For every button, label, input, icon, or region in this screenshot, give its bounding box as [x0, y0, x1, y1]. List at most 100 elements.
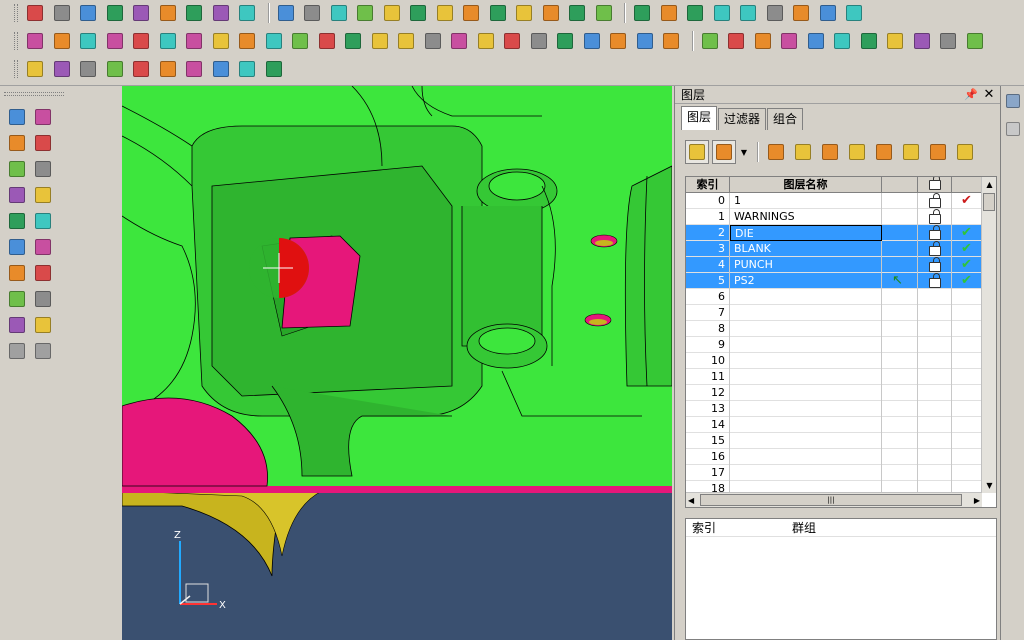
sweep-button[interactable]	[316, 30, 338, 52]
shade-button[interactable]	[684, 2, 706, 24]
dropdown-button[interactable]: ▼	[739, 140, 749, 164]
3d-viewport[interactable]: Z X	[122, 86, 672, 640]
row-color-cell[interactable]	[882, 465, 918, 481]
row-color-cell[interactable]	[882, 353, 918, 369]
draft-button[interactable]	[475, 30, 497, 52]
header-blank[interactable]	[882, 177, 918, 193]
bracket-button[interactable]	[32, 262, 54, 284]
row-visible-cell[interactable]	[952, 369, 982, 385]
import-button[interactable]	[157, 2, 179, 24]
row-visible-cell[interactable]: ✔	[952, 225, 982, 241]
solid-k-button[interactable]	[964, 30, 986, 52]
row-color-cell[interactable]	[882, 289, 918, 305]
table-row[interactable]: 14	[686, 417, 982, 433]
row-color-cell[interactable]	[882, 385, 918, 401]
table-row[interactable]: 5 PS2 ↖ ✔	[686, 273, 982, 289]
dim-button[interactable]	[6, 132, 28, 154]
table-row[interactable]: 4 PUNCH ✔	[686, 257, 982, 273]
solid-d-button[interactable]	[778, 30, 800, 52]
curve-button[interactable]	[6, 184, 28, 206]
row-lock-cell[interactable]	[918, 289, 952, 305]
row-lock-cell[interactable]	[918, 193, 952, 209]
row-visible-cell[interactable]	[952, 353, 982, 369]
row-color-cell[interactable]	[882, 417, 918, 433]
note-button[interactable]	[32, 158, 54, 180]
view-back-button[interactable]	[513, 2, 535, 24]
line-button[interactable]	[328, 2, 350, 24]
surf-a-button[interactable]	[24, 58, 46, 80]
row-lock-cell[interactable]	[918, 337, 952, 353]
row-color-cell[interactable]	[882, 225, 918, 241]
row-lock-cell[interactable]	[918, 241, 952, 257]
cone-button[interactable]	[77, 30, 99, 52]
row-color-cell[interactable]	[882, 337, 918, 353]
table-row[interactable]: 9	[686, 337, 982, 353]
row-visible-cell[interactable]	[952, 449, 982, 465]
group-header-index[interactable]: 索引	[686, 519, 786, 536]
row-lock-cell[interactable]	[918, 321, 952, 337]
row-lock-cell[interactable]	[918, 465, 952, 481]
solid-b-button[interactable]	[725, 30, 747, 52]
scroll-thumb[interactable]	[983, 193, 995, 211]
intersect-button[interactable]	[660, 30, 682, 52]
cube-button[interactable]	[24, 30, 46, 52]
tab-2[interactable]: 组合	[767, 108, 804, 130]
horizontal-scrollbar[interactable]: ◀ ||| ▶	[686, 492, 982, 507]
hscroll-thumb[interactable]: |||	[700, 494, 962, 506]
table-row[interactable]: 17	[686, 465, 982, 481]
row-lock-cell[interactable]	[918, 449, 952, 465]
render-button[interactable]	[658, 2, 680, 24]
row-visible-cell[interactable]: ✔	[952, 257, 982, 273]
layer-grid[interactable]: 索引 图层名称 0 1 ✔ 1 WARNINGS 2 DIE ✔ 3 BLANK ✔ 4 PUNCH ✔ 5…	[685, 176, 997, 508]
refresh-button[interactable]	[845, 140, 869, 164]
merge-layer-button[interactable]	[818, 140, 842, 164]
view-front-button[interactable]	[460, 2, 482, 24]
filter-button[interactable]	[737, 2, 759, 24]
group-header-group[interactable]: 群组	[786, 519, 986, 536]
toolbar-grip[interactable]	[14, 32, 18, 50]
search-button[interactable]	[712, 140, 736, 164]
plane-button[interactable]	[32, 210, 54, 232]
close-icon[interactable]: ✕	[982, 87, 996, 103]
zoom-all-button[interactable]	[210, 2, 232, 24]
fillet-button[interactable]	[183, 30, 205, 52]
row-visible-cell[interactable]	[952, 417, 982, 433]
row-visible-cell[interactable]: ✔	[952, 273, 982, 289]
group-grid[interactable]: 索引 群组	[685, 518, 997, 640]
measure-button[interactable]	[275, 2, 297, 24]
table-row[interactable]: 3 BLANK ✔	[686, 241, 982, 257]
copy-layer-button[interactable]	[791, 140, 815, 164]
window-button[interactable]	[236, 2, 258, 24]
solid-h-button[interactable]	[884, 30, 906, 52]
heal-button[interactable]	[581, 30, 603, 52]
surf-d-button[interactable]	[104, 58, 126, 80]
edit-curve-button[interactable]	[32, 184, 54, 206]
row-color-cell[interactable]	[882, 401, 918, 417]
pick-button[interactable]	[32, 106, 54, 128]
wire-button[interactable]	[843, 2, 865, 24]
row-visible-cell[interactable]	[952, 321, 982, 337]
toolbar-grip[interactable]	[14, 60, 18, 78]
solid-g-button[interactable]	[858, 30, 880, 52]
export-button[interactable]	[899, 140, 923, 164]
move-layer-button[interactable]	[764, 140, 788, 164]
view-top-button[interactable]	[434, 2, 456, 24]
row-color-cell[interactable]	[882, 305, 918, 321]
surf-g-button[interactable]	[183, 58, 205, 80]
solid-a-button[interactable]	[699, 30, 721, 52]
scroll-left-icon[interactable]: ◀	[688, 493, 694, 507]
undo-button[interactable]	[32, 288, 54, 310]
dim2-button[interactable]	[32, 132, 54, 154]
wireframe-button[interactable]	[711, 2, 733, 24]
table-row[interactable]: 13	[686, 401, 982, 417]
surf-c-button[interactable]	[77, 58, 99, 80]
row-color-cell[interactable]	[882, 369, 918, 385]
tube-button[interactable]	[817, 2, 839, 24]
scale-1-1-button[interactable]	[593, 2, 615, 24]
view-side-button[interactable]	[487, 2, 509, 24]
layer-props-button[interactable]	[631, 2, 653, 24]
subtract-button[interactable]	[634, 30, 656, 52]
layer-dock-icon[interactable]	[1004, 92, 1022, 110]
table-row[interactable]: 7	[686, 305, 982, 321]
row-color-cell[interactable]: ↖	[882, 273, 918, 289]
